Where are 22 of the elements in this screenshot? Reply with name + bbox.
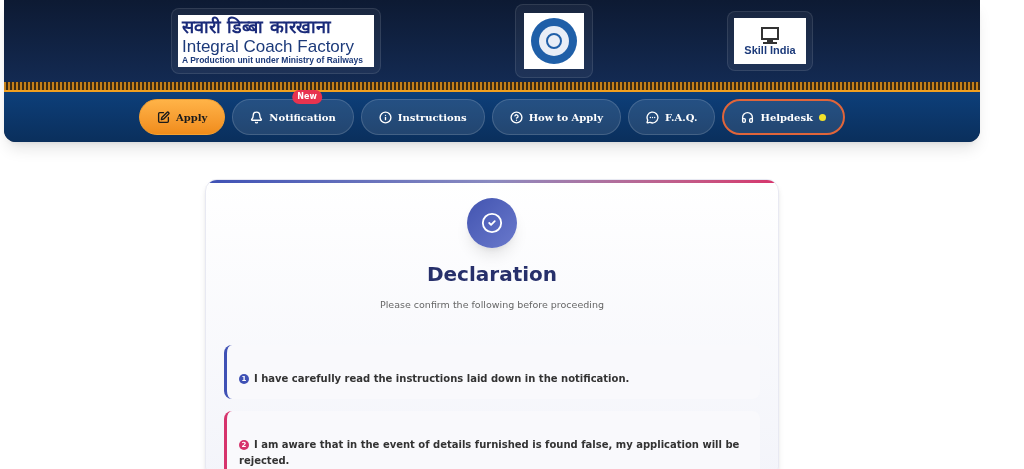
railway-emblem-icon — [530, 17, 578, 65]
bell-icon — [250, 110, 264, 124]
logo-hindi-text: सवारी डिब्बा कारखाना — [182, 17, 333, 38]
declaration-subtitle: Please confirm the following before proceeding — [380, 298, 604, 312]
computer-icon — [759, 26, 781, 45]
edit-icon — [157, 110, 170, 124]
logo-title-text: Skill India — [744, 44, 796, 56]
help-icon — [509, 110, 523, 124]
nav-button[interactable]: Instructions — [360, 99, 485, 135]
chat-bubble-icon — [645, 110, 659, 124]
headset-icon — [741, 110, 755, 124]
logo-title-text: Integral Coach Factory — [182, 37, 354, 57]
logo-subtitle-text: A Production unit under Ministry of Railways — [182, 56, 365, 65]
new-badge: New — [292, 90, 322, 104]
declaration-title: Declaration — [426, 261, 558, 288]
info-icon — [378, 110, 392, 124]
nav-button[interactable]: Helpdesk — [722, 99, 845, 135]
check-icon — [481, 212, 503, 234]
nav-button[interactable]: F.A.Q. — [627, 99, 716, 135]
nav-button[interactable]: Notification — [232, 99, 354, 135]
nav-button[interactable]: How to Apply — [491, 99, 621, 135]
nav-button[interactable]: Apply — [139, 99, 226, 135]
